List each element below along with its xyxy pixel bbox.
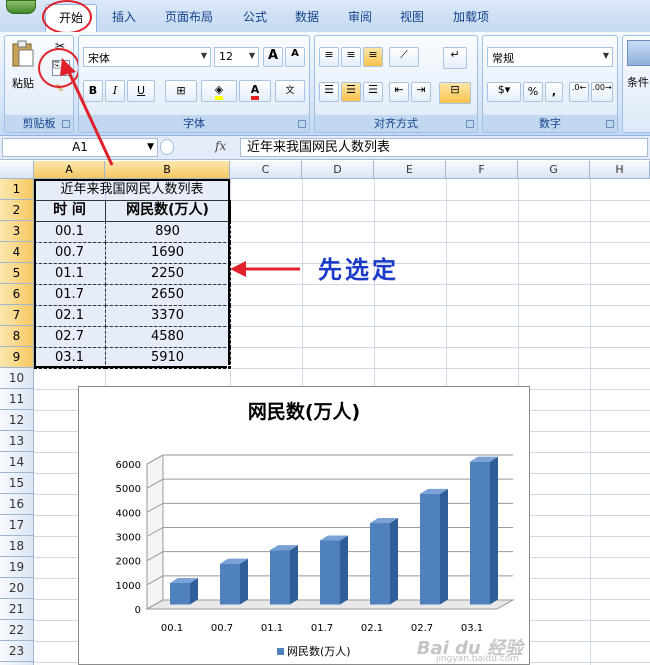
chart-bar-side — [240, 558, 248, 605]
watermark-url: jingyan.baidu.com — [435, 654, 519, 664]
chart-bar — [470, 461, 490, 605]
chart-gridline — [146, 502, 513, 513]
x-tick-label: 00.1 — [161, 623, 183, 634]
x-tick-label: 01.7 — [311, 623, 333, 634]
y-tick-label: 5000 — [116, 484, 141, 495]
x-tick-label: 02.1 — [361, 623, 383, 634]
x-tick-label: 03.1 — [461, 623, 483, 634]
chart-bar-side — [290, 545, 298, 605]
chart-gridline — [146, 478, 513, 489]
chart-bar — [220, 563, 240, 605]
y-tick-label: 4000 — [116, 508, 141, 519]
y-tick-label: 3000 — [116, 533, 141, 544]
x-tick-label: 01.1 — [261, 623, 283, 634]
chart-bar — [170, 582, 190, 605]
chart-bar-side — [390, 518, 398, 605]
x-tick-label: 00.7 — [211, 623, 233, 634]
chart-legend[interactable]: 网民数(万人) — [277, 643, 351, 659]
chart-bar — [270, 550, 290, 605]
y-tick-label: 1000 — [116, 581, 141, 592]
chart-area[interactable]: 网民数(万人) 6000 5000 4000 3000 2000 1000 0 00.1 00.… — [78, 386, 530, 665]
chart-gridline — [146, 527, 513, 537]
chart-bar-side — [340, 535, 348, 605]
red-arrow-to-copy — [66, 69, 114, 166]
annotation-text: 先选定 — [318, 256, 399, 284]
legend-label: 网民数(万人) — [287, 645, 351, 658]
chart-bar — [420, 493, 440, 605]
chart-gridline — [146, 454, 513, 465]
red-arrow-head — [60, 58, 76, 76]
red-arrow-head — [230, 261, 246, 277]
chart-bar-side — [490, 456, 498, 605]
y-tick-label: 6000 — [116, 460, 141, 471]
chart-plot: 6000 5000 4000 3000 2000 1000 0 00.1 00.7 01.1 01.… — [116, 454, 515, 634]
legend-swatch — [277, 648, 284, 655]
x-tick-label: 02.7 — [411, 623, 433, 634]
y-tick-label: 0 — [135, 605, 141, 616]
chart-bar — [320, 540, 340, 605]
y-tick-label: 2000 — [116, 557, 141, 568]
chart-bar — [370, 523, 390, 605]
chart-bar-side — [440, 488, 448, 605]
